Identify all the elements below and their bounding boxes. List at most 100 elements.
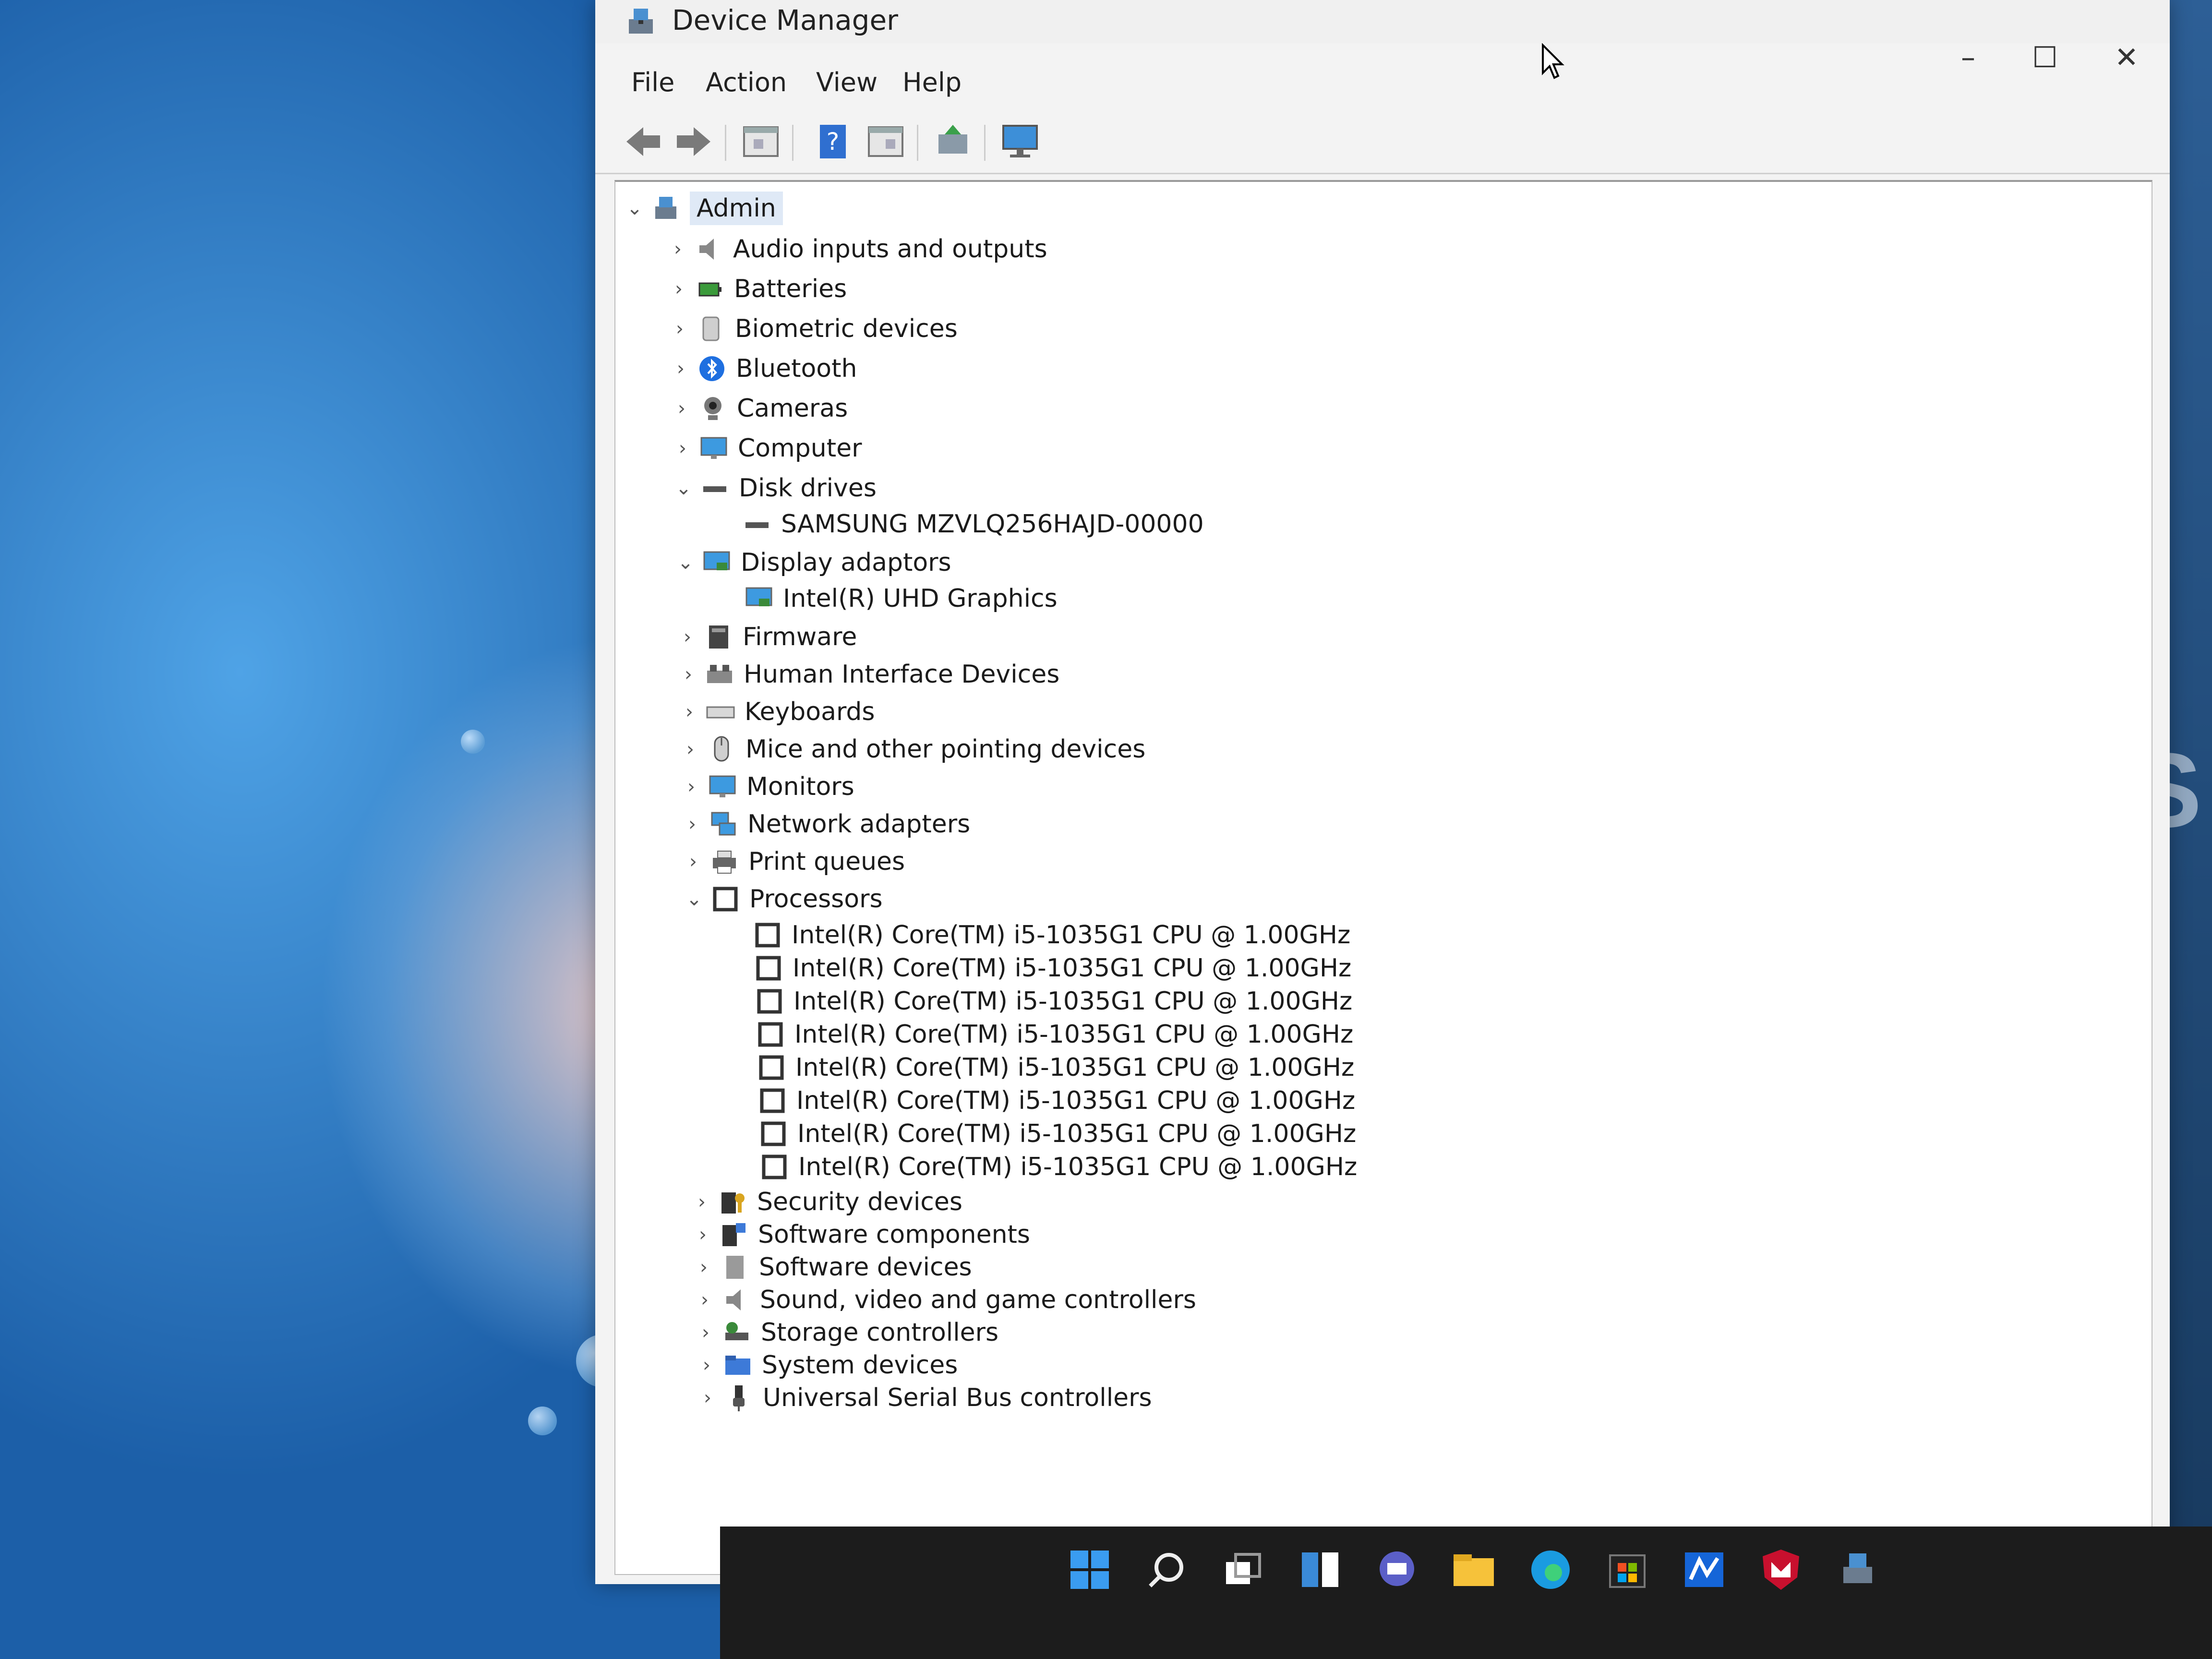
expand-chevron-icon[interactable]: › bbox=[694, 1250, 713, 1284]
tree-device-label: SAMSUNG MZVLQ256HAJD-00000 bbox=[781, 510, 1204, 539]
expand-chevron-icon[interactable]: › bbox=[678, 620, 697, 654]
search-icon[interactable] bbox=[1142, 1546, 1190, 1594]
expand-chevron-icon[interactable]: › bbox=[683, 807, 702, 841]
fingerprint-icon bbox=[702, 316, 720, 341]
expand-chevron-icon[interactable]: › bbox=[695, 1283, 714, 1317]
mail-icon[interactable] bbox=[1680, 1546, 1728, 1594]
disk-icon bbox=[745, 522, 769, 528]
storage-icon bbox=[725, 1322, 748, 1340]
tree-device-label: Intel(R) Core(TM) i5-1035G1 CPU @ 1.00GH… bbox=[793, 987, 1353, 1016]
tree-category-label: Processors bbox=[749, 885, 883, 914]
battery-icon bbox=[698, 282, 721, 297]
menu-bar: File Action View Help bbox=[595, 62, 2170, 110]
device-manager-icon bbox=[629, 9, 653, 34]
network-icon bbox=[711, 812, 736, 836]
processor-icon bbox=[762, 1154, 787, 1179]
widgets-icon[interactable] bbox=[1296, 1546, 1344, 1594]
tree-device-label: Intel(R) UHD Graphics bbox=[783, 584, 1058, 613]
processor-icon bbox=[755, 923, 780, 948]
expand-chevron-icon[interactable]: › bbox=[679, 658, 698, 691]
expand-chevron-icon[interactable]: › bbox=[669, 272, 688, 306]
help-icon[interactable]: ? bbox=[811, 120, 854, 163]
processor-icon bbox=[756, 956, 781, 981]
forward-icon[interactable] bbox=[672, 120, 715, 163]
properties-icon[interactable] bbox=[864, 120, 907, 163]
software-components-icon bbox=[722, 1223, 745, 1246]
expand-chevron-icon[interactable]: › bbox=[680, 695, 699, 729]
expand-chevron-icon[interactable]: › bbox=[682, 770, 701, 804]
file-explorer-icon[interactable] bbox=[1450, 1546, 1498, 1594]
expand-chevron-icon[interactable]: › bbox=[696, 1316, 715, 1349]
software-devices-icon bbox=[726, 1256, 744, 1279]
toolbar: ? bbox=[595, 110, 2170, 174]
task-view-icon[interactable] bbox=[1219, 1546, 1267, 1594]
desktop-bubble bbox=[461, 730, 485, 754]
security-icon bbox=[721, 1192, 745, 1214]
monitor-icon bbox=[709, 775, 736, 797]
show-hide-console-tree-icon[interactable] bbox=[739, 120, 782, 163]
keyboard-icon bbox=[706, 706, 735, 719]
expand-chevron-icon[interactable]: › bbox=[681, 733, 700, 766]
expand-chevron-icon[interactable]: › bbox=[670, 312, 689, 346]
tree-category-label: Software devices bbox=[759, 1253, 972, 1282]
window-title: Device Manager bbox=[672, 4, 899, 36]
tree-category-label: Storage controllers bbox=[761, 1318, 999, 1347]
collapse-chevron-icon[interactable]: ⌄ bbox=[674, 471, 693, 505]
start-icon[interactable] bbox=[1066, 1546, 1114, 1594]
toolbar-separator bbox=[984, 125, 986, 161]
expand-chevron-icon[interactable]: › bbox=[668, 232, 687, 266]
tree-root-label: Admin bbox=[690, 192, 783, 225]
chat-icon[interactable] bbox=[1373, 1546, 1421, 1594]
tree-category-label: Software components bbox=[758, 1220, 1031, 1249]
collapse-chevron-icon[interactable]: ⌄ bbox=[676, 546, 695, 579]
tree-category-label: Firmware bbox=[743, 623, 857, 651]
title-bar[interactable]: Device Manager bbox=[595, 0, 2170, 43]
tree-category-label: Batteries bbox=[734, 275, 847, 303]
menu-help[interactable]: Help bbox=[902, 67, 962, 97]
tree-category-label: Universal Serial Bus controllers bbox=[763, 1383, 1152, 1412]
toolbar-separator bbox=[725, 125, 726, 161]
update-driver-icon[interactable] bbox=[931, 120, 974, 163]
speaker-icon bbox=[699, 239, 714, 260]
tree-category-label: System devices bbox=[762, 1351, 958, 1380]
toolbar-separator bbox=[917, 125, 918, 161]
expand-chevron-icon[interactable]: › bbox=[671, 352, 690, 385]
expand-chevron-icon[interactable]: › bbox=[673, 432, 692, 465]
back-icon[interactable] bbox=[622, 120, 665, 163]
svg-text:?: ? bbox=[827, 128, 840, 156]
device-manager-icon[interactable] bbox=[1834, 1546, 1882, 1594]
scan-hardware-icon[interactable] bbox=[998, 120, 1042, 163]
edge-icon[interactable] bbox=[1527, 1546, 1575, 1594]
expand-chevron-icon[interactable]: › bbox=[692, 1185, 711, 1219]
expand-chevron-icon[interactable]: › bbox=[698, 1381, 717, 1415]
menu-file[interactable]: File bbox=[631, 67, 674, 97]
bluetooth-icon bbox=[699, 356, 724, 381]
tree-device-label: Intel(R) Core(TM) i5-1035G1 CPU @ 1.00GH… bbox=[798, 1153, 1358, 1181]
expand-chevron-icon[interactable]: › bbox=[672, 392, 691, 425]
tree-device-label: Intel(R) Core(TM) i5-1035G1 CPU @ 1.00GH… bbox=[796, 1086, 1356, 1115]
computer-icon bbox=[655, 197, 676, 219]
tree-device-label: Intel(R) Core(TM) i5-1035G1 CPU @ 1.00GH… bbox=[793, 954, 1352, 983]
tree-category-label: Computer bbox=[738, 434, 862, 463]
sound-icon bbox=[726, 1289, 741, 1310]
menu-action[interactable]: Action bbox=[706, 67, 787, 97]
menu-view[interactable]: View bbox=[816, 67, 878, 97]
store-icon[interactable] bbox=[1603, 1546, 1651, 1594]
mcafee-icon[interactable] bbox=[1757, 1546, 1805, 1594]
collapse-chevron-icon[interactable]: ⌄ bbox=[685, 882, 704, 916]
collapse-chevron-icon[interactable]: ⌄ bbox=[625, 192, 644, 225]
taskbar bbox=[720, 1527, 2212, 1659]
camera-icon bbox=[704, 397, 721, 420]
expand-chevron-icon[interactable]: › bbox=[684, 845, 703, 878]
expand-chevron-icon[interactable]: › bbox=[697, 1348, 716, 1382]
tree-device-label: Intel(R) Core(TM) i5-1035G1 CPU @ 1.00GH… bbox=[797, 1119, 1357, 1148]
tree-category-label: Print queues bbox=[748, 847, 905, 876]
tree-category-label: Bluetooth bbox=[736, 354, 857, 383]
tree-category-label: Disk drives bbox=[739, 474, 877, 503]
tree-device-label: Intel(R) Core(TM) i5-1035G1 CPU @ 1.00GH… bbox=[795, 1053, 1355, 1082]
folder-icon bbox=[725, 1356, 750, 1375]
tree-category-label: Audio inputs and outputs bbox=[733, 235, 1047, 264]
expand-chevron-icon[interactable]: › bbox=[693, 1218, 712, 1251]
tree-category-label: Cameras bbox=[737, 394, 848, 423]
tree-category-label: Mice and other pointing devices bbox=[745, 735, 1146, 764]
